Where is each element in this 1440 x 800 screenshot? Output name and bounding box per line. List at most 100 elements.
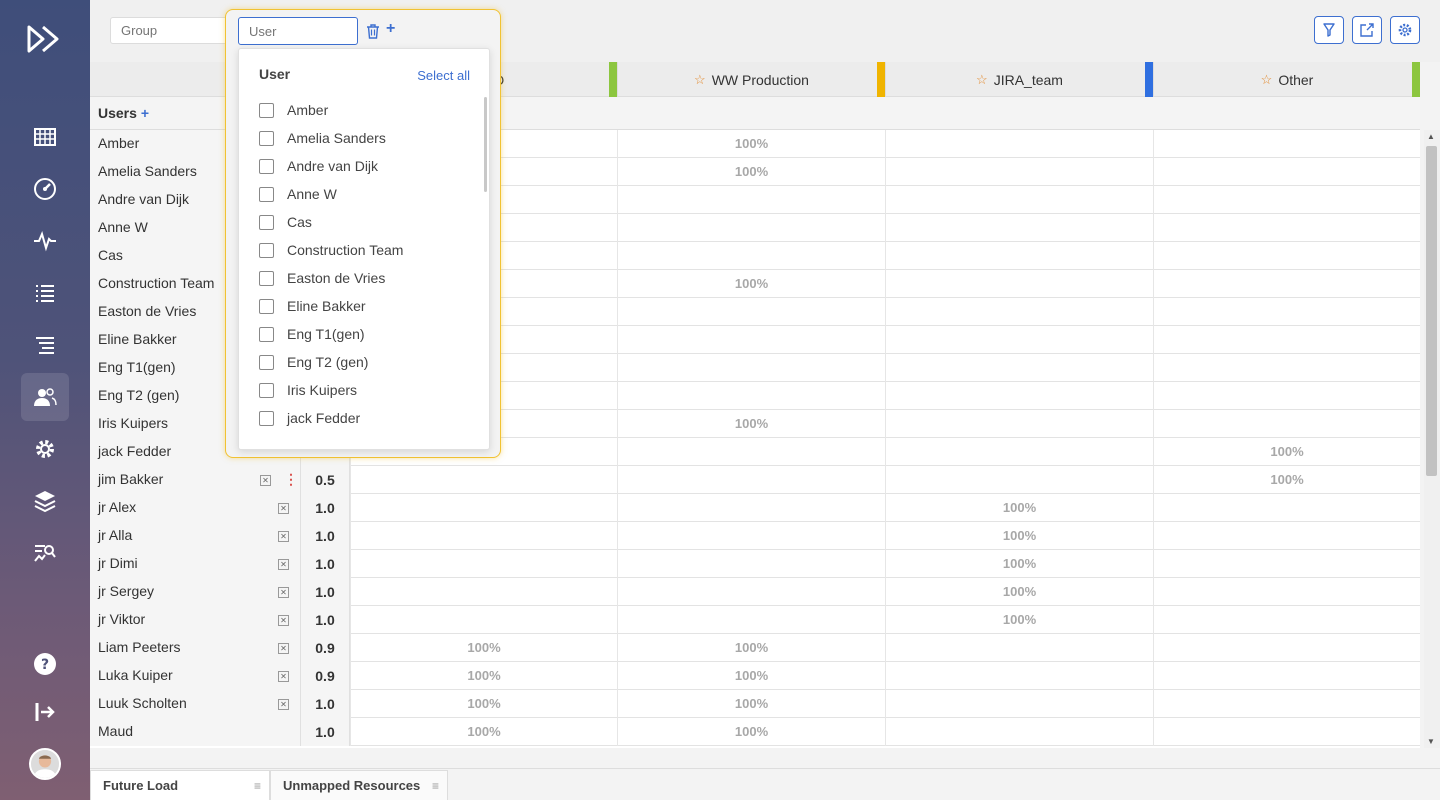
allocation-cell[interactable]: 100% — [617, 410, 885, 438]
nav-help-icon[interactable]: ? — [21, 640, 69, 688]
allocation-cell[interactable] — [885, 466, 1153, 494]
remove-icon[interactable]: ✕ — [278, 587, 289, 598]
allocation-cell[interactable] — [1153, 214, 1420, 242]
kebab-menu-icon[interactable]: ⋮ — [284, 472, 298, 486]
allocation-cell[interactable] — [617, 438, 885, 466]
filter-button[interactable] — [1314, 16, 1344, 44]
allocation-cell[interactable] — [885, 214, 1153, 242]
scroll-down-icon[interactable]: ▼ — [1427, 737, 1435, 746]
allocation-cell[interactable]: 100% — [617, 158, 885, 186]
dropdown-option[interactable]: Anne W — [259, 180, 474, 208]
avatar[interactable] — [29, 748, 61, 780]
allocation-cell[interactable]: 100% — [350, 662, 617, 690]
allocation-cell[interactable] — [885, 158, 1153, 186]
nav-grid-icon[interactable] — [21, 113, 69, 161]
allocation-cell[interactable]: 100% — [1153, 438, 1420, 466]
allocation-cell[interactable] — [617, 298, 885, 326]
allocation-cell[interactable]: 100% — [350, 690, 617, 718]
allocation-cell[interactable] — [617, 578, 885, 606]
allocation-cell[interactable] — [885, 186, 1153, 214]
allocation-cell[interactable]: 100% — [617, 718, 885, 746]
group-filter-input[interactable] — [110, 17, 230, 44]
dropdown-option[interactable]: Eng T1(gen) — [259, 320, 474, 348]
allocation-cell[interactable] — [1153, 662, 1420, 690]
star-icon[interactable]: ☆ — [1261, 72, 1273, 88]
allocation-cell[interactable] — [617, 242, 885, 270]
checkbox[interactable] — [259, 410, 274, 426]
allocation-cell[interactable] — [617, 494, 885, 522]
star-icon[interactable]: ☆ — [694, 72, 706, 88]
settings-button[interactable] — [1390, 16, 1420, 44]
allocation-cell[interactable] — [617, 466, 885, 494]
checkbox[interactable] — [259, 186, 274, 202]
allocation-cell[interactable]: 100% — [350, 634, 617, 662]
allocation-cell[interactable] — [617, 326, 885, 354]
dropdown-option[interactable]: Eline Bakker — [259, 292, 474, 320]
allocation-cell[interactable] — [1153, 130, 1420, 158]
allocation-cell[interactable] — [1153, 270, 1420, 298]
allocation-cell[interactable] — [1153, 522, 1420, 550]
allocation-cell[interactable] — [350, 522, 617, 550]
allocation-cell[interactable] — [617, 186, 885, 214]
allocation-cell[interactable] — [885, 382, 1153, 410]
allocation-cell[interactable]: 100% — [1153, 466, 1420, 494]
star-icon[interactable]: ☆ — [976, 72, 988, 88]
scroll-up-icon[interactable]: ▲ — [1427, 132, 1435, 141]
add-user-button[interactable]: + — [141, 105, 149, 121]
nav-analytics-icon[interactable] — [21, 529, 69, 577]
fte-value[interactable]: 1.0 — [300, 522, 350, 550]
allocation-cell[interactable] — [1153, 578, 1420, 606]
fte-value[interactable]: 1.0 — [300, 578, 350, 606]
allocation-cell[interactable] — [350, 578, 617, 606]
checkbox[interactable] — [259, 242, 274, 258]
allocation-cell[interactable] — [885, 326, 1153, 354]
allocation-cell[interactable] — [1153, 186, 1420, 214]
nav-list-icon[interactable] — [21, 269, 69, 317]
column-header[interactable]: ☆ WW Production — [617, 62, 885, 97]
remove-icon[interactable]: ✕ — [278, 699, 289, 710]
allocation-cell[interactable] — [885, 298, 1153, 326]
export-button[interactable] — [1352, 16, 1382, 44]
allocation-cell[interactable]: 100% — [885, 550, 1153, 578]
allocation-cell[interactable] — [1153, 494, 1420, 522]
allocation-cell[interactable] — [1153, 634, 1420, 662]
allocation-cell[interactable] — [1153, 298, 1420, 326]
allocation-cell[interactable] — [617, 354, 885, 382]
tab-unmapped-resources[interactable]: Unmapped Resources ≡ — [270, 770, 448, 800]
allocation-cell[interactable] — [885, 690, 1153, 718]
dropdown-option[interactable]: Eng T2 (gen) — [259, 348, 474, 376]
remove-icon[interactable]: ✕ — [278, 559, 289, 570]
user-filter-input[interactable] — [238, 17, 358, 45]
nav-settings-icon[interactable] — [21, 425, 69, 473]
remove-icon[interactable]: ✕ — [278, 615, 289, 626]
allocation-cell[interactable] — [350, 466, 617, 494]
checkbox[interactable] — [259, 298, 274, 314]
checkbox[interactable] — [259, 102, 274, 118]
allocation-cell[interactable]: 100% — [617, 270, 885, 298]
allocation-cell[interactable] — [885, 242, 1153, 270]
allocation-cell[interactable] — [350, 606, 617, 634]
nav-layers-icon[interactable] — [21, 477, 69, 525]
allocation-cell[interactable] — [1153, 718, 1420, 746]
allocation-cell[interactable] — [617, 214, 885, 242]
allocation-cell[interactable]: 100% — [350, 718, 617, 746]
fte-value[interactable]: 0.9 — [300, 662, 350, 690]
nav-users-icon[interactable] — [21, 373, 69, 421]
checkbox[interactable] — [259, 326, 274, 342]
fte-value[interactable]: 1.0 — [300, 606, 350, 634]
dropdown-option[interactable]: Amber — [259, 96, 474, 124]
allocation-cell[interactable] — [885, 718, 1153, 746]
allocation-cell[interactable] — [1153, 550, 1420, 578]
trash-icon[interactable] — [365, 23, 381, 39]
vertical-scrollbar[interactable]: ▲ ▼ — [1424, 130, 1440, 748]
fte-value[interactable]: 0.9 — [300, 634, 350, 662]
nav-tree-list-icon[interactable] — [21, 321, 69, 369]
allocation-cell[interactable] — [885, 662, 1153, 690]
allocation-cell[interactable] — [1153, 690, 1420, 718]
logo-icon[interactable] — [27, 24, 63, 54]
dropdown-option[interactable]: jack Fedder — [259, 404, 474, 432]
dropdown-option[interactable]: Iris Kuipers — [259, 376, 474, 404]
fte-value[interactable]: 1.0 — [300, 690, 350, 718]
allocation-cell[interactable] — [350, 494, 617, 522]
allocation-cell[interactable] — [617, 522, 885, 550]
